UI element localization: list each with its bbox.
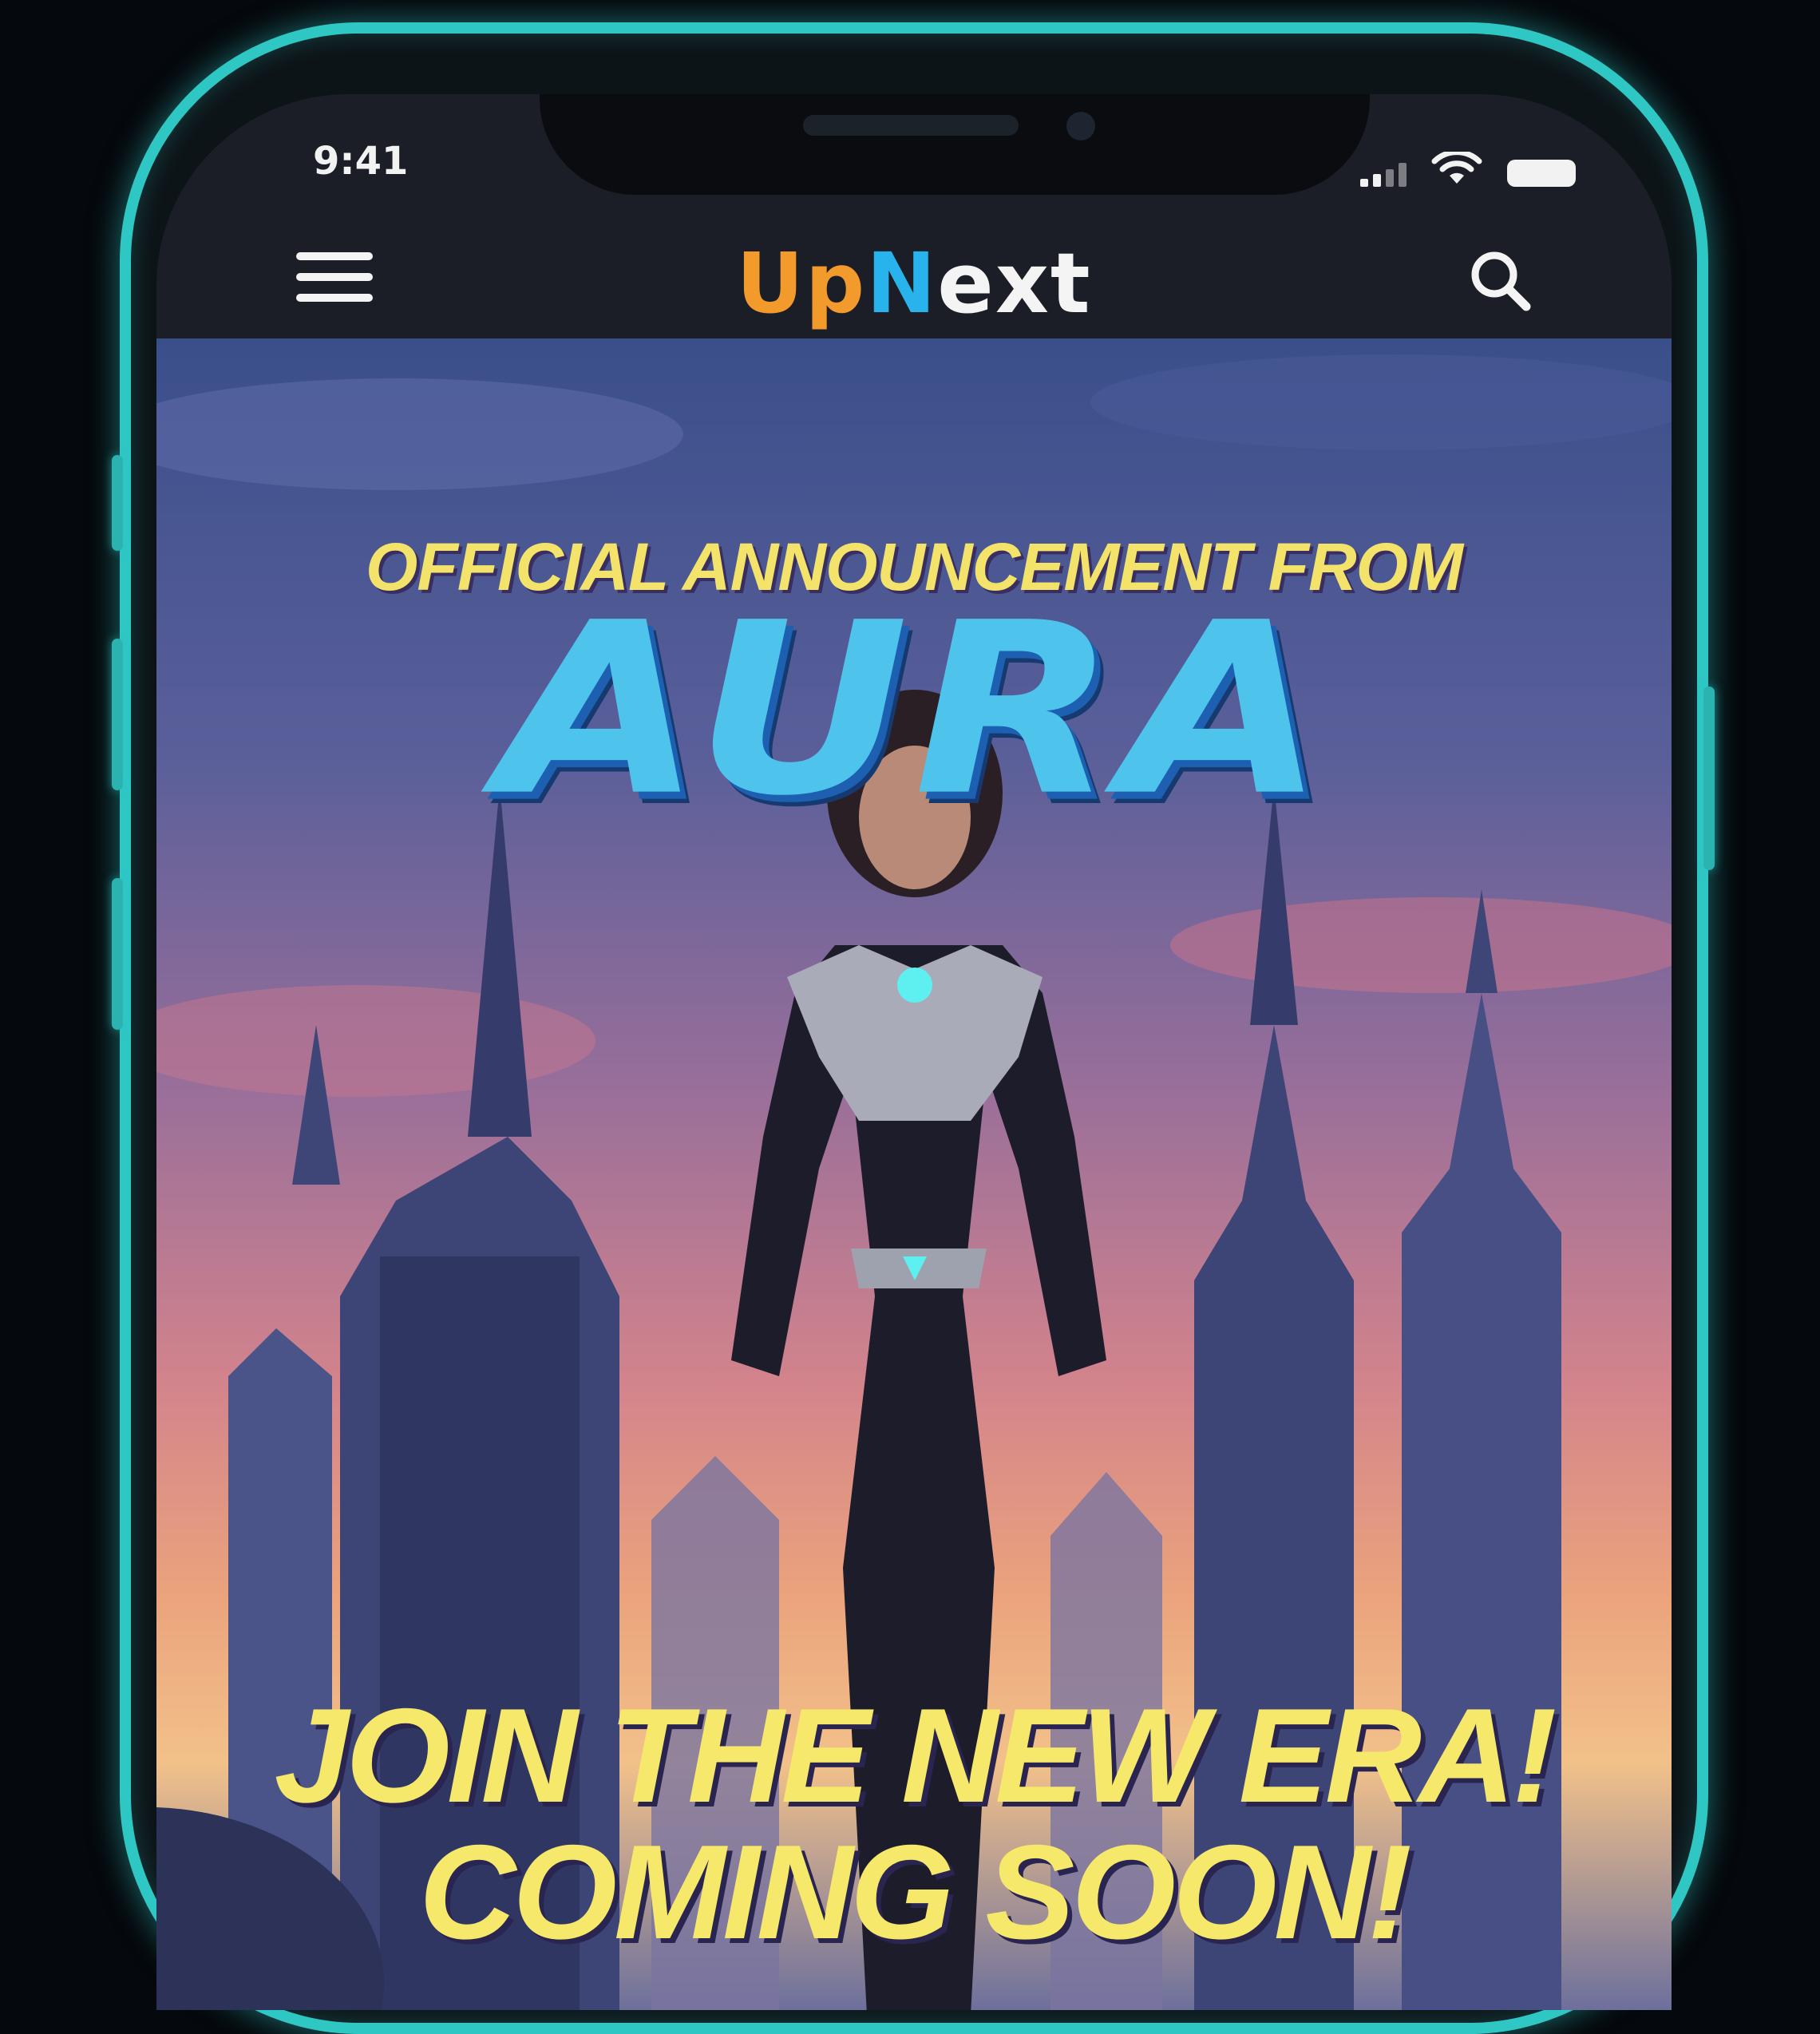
cellular-signal-icon [1360, 163, 1407, 187]
logo-part-ext: ext [937, 235, 1092, 332]
status-time: 9:41 [313, 139, 409, 184]
battery-icon [1507, 160, 1576, 187]
tagline: JOIN THE NEW ERA! COMING SOON! [156, 1680, 1672, 1968]
logo-part-n: N [866, 235, 938, 332]
phone-screen: 9:41 UpNext OFFICIAL ANNOUNCEMENT FROM A… [156, 94, 1672, 2010]
phone-side-button-volume-down [112, 639, 123, 790]
phone-notch [540, 94, 1370, 195]
phone-side-button-volume-up [112, 455, 123, 551]
search-icon[interactable] [1464, 244, 1536, 316]
tagline-line-1: JOIN THE NEW ERA! [274, 1680, 1557, 1830]
status-icons [1360, 152, 1576, 187]
app-logo[interactable]: UpNext [156, 235, 1672, 332]
hero-banner[interactable]: OFFICIAL ANNOUNCEMENT FROM AURA JOIN THE… [156, 338, 1672, 2010]
brand-title: AURA [497, 572, 1331, 848]
phone-side-button-mute [112, 878, 123, 1030]
logo-part-up: Up [736, 235, 867, 332]
earpiece-speaker [803, 115, 1019, 136]
tagline-line-2: COMING SOON! [419, 1817, 1412, 1968]
front-camera [1066, 112, 1095, 140]
wifi-icon [1431, 152, 1482, 184]
app-header: UpNext [156, 214, 1672, 338]
phone-side-button-power [1703, 687, 1715, 870]
